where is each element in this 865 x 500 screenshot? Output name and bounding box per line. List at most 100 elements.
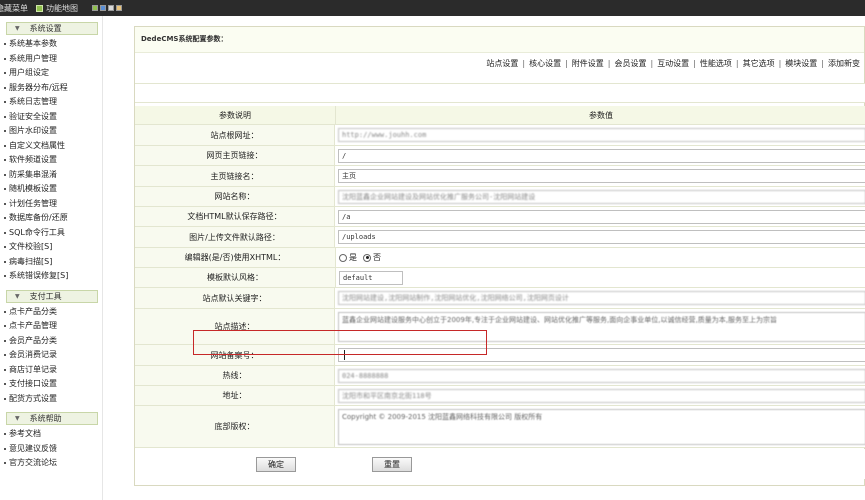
row-editor-xhtml: 编辑器(是/否)使用XHTML： 是 否 (135, 248, 865, 268)
html-path-input[interactable]: /a (338, 209, 865, 224)
confirm-button[interactable]: 确定 (256, 457, 296, 472)
icp-label: 网站备案号： (135, 345, 335, 365)
radio-on-icon (363, 253, 371, 262)
sidebar-group-help[interactable]: ▼ 系统帮助 (6, 412, 98, 425)
sidebar-item-member-category[interactable]: 会员产品分类 (0, 334, 102, 349)
tab-core[interactable]: 核心设置 (525, 58, 565, 69)
hide-menu-label: 隐藏菜单 (0, 3, 28, 13)
template-style-input[interactable]: default (339, 270, 403, 285)
home-name-label: 主页链接名： (135, 166, 335, 186)
sidebar-item-security[interactable]: 验证安全设置 (0, 110, 102, 125)
header-label: 参数说明 (135, 106, 336, 124)
skin-gray-swatch[interactable] (108, 5, 114, 11)
reset-button[interactable]: 重置 (372, 457, 412, 472)
config-tabs: 站点设置 | 核心设置 | 附件设置 | 会员设置 | 互动设置 | 性能选项 | 其它选项… (482, 55, 864, 71)
sidebar-item-user-groups[interactable]: 用户组设定 (0, 66, 102, 81)
group-title: 系统帮助 (29, 414, 62, 423)
sidebar-item-virus-scan[interactable]: 病毒扫描[S] (0, 255, 102, 270)
tab-attachment[interactable]: 附件设置 (568, 58, 608, 69)
row-site-name: 网站名称： 沈阳蓝鑫企业网站建设及网站优化推广服务公司-沈阳网站建设 (135, 187, 865, 207)
radio-off-icon (339, 253, 347, 262)
row-upload-path: 图片/上传文件默认路径： /uploads (135, 227, 865, 248)
row-keywords: 站点默认关键字： 沈阳网站建设,沈阳网站制作,沈阳网站优化,沈阳网络公司,沈阳网… (135, 288, 865, 309)
row-template-style: 模板默认风格： default (135, 268, 865, 288)
site-map-link[interactable]: 功能地图 (36, 3, 78, 14)
sidebar-item-system-log[interactable]: 系统日志管理 (0, 95, 102, 110)
sidebar-item-server-distribution[interactable]: 服务器分布/远程 (0, 81, 102, 96)
description-textarea[interactable]: 蓝鑫企业网站建设服务中心创立于2009年,专注于企业网站建设、网站优化推广等服务… (338, 311, 865, 342)
copyright-label: 底部版权： (135, 406, 335, 447)
sidebar-group-payment[interactable]: ▼ 支付工具 (6, 289, 98, 303)
xhtml-no-radio[interactable]: 否 (363, 252, 381, 263)
sidebar-item-card-products[interactable]: 点卡产品管理 (0, 319, 102, 334)
sidebar-item-watermark[interactable]: 图片水印设置 (0, 124, 102, 139)
sidebar-item-anti-scrape[interactable]: 防采集串混淆 (0, 168, 102, 183)
top-bar: 隐藏菜单 功能地图 (0, 0, 865, 16)
map-icon (36, 4, 43, 12)
row-home-link: 网页主页链接： / (135, 146, 865, 166)
sidebar-item-card-category[interactable]: 点卡产品分类 (0, 305, 102, 320)
home-name-input[interactable]: 主页 (338, 169, 865, 183)
config-panel: DedeCMS系统配置参数： 站点设置 | 核心设置 | 附件设置 | 会员设置 | 互… (134, 26, 865, 486)
tab-modules[interactable]: 模块设置 (781, 58, 821, 69)
template-style-label: 模板默认风格： (135, 268, 336, 287)
radio-label: 是 (349, 253, 357, 262)
sidebar-item-file-check[interactable]: 文件校验[S] (0, 240, 102, 255)
panel-title: DedeCMS系统配置参数： (135, 27, 864, 53)
xhtml-yes-radio[interactable]: 是 (339, 252, 357, 263)
site-name-input[interactable]: 沈阳蓝鑫企业网站建设及网站优化推广服务公司-沈阳网站建设 (338, 189, 865, 204)
sidebar-item-payment-interface[interactable]: 支付接口设置 (0, 377, 102, 392)
address-input[interactable]: 沈阳市和平区南京北街118号 (338, 388, 865, 403)
copyright-textarea[interactable]: Copyright © 2009-2015 沈阳蓝鑫网络科技有限公司 版权所有 (338, 408, 865, 445)
sidebar-group-system-settings[interactable]: ▼ 系统设置 (6, 22, 98, 35)
editor-xhtml-label: 编辑器(是/否)使用XHTML： (135, 248, 336, 267)
form-header-row: 参数说明 参数值 (135, 106, 865, 125)
tab-member[interactable]: 会员设置 (610, 58, 650, 69)
chevron-down-icon: ▼ (15, 292, 20, 300)
upload-path-input[interactable]: /uploads (338, 230, 865, 244)
sidebar-item-scheduled-tasks[interactable]: 计划任务管理 (0, 197, 102, 212)
sidebar-item-software-channel[interactable]: 软件频道设置 (0, 153, 102, 168)
tab-interaction[interactable]: 互动设置 (653, 58, 693, 69)
skin-switcher[interactable] (90, 5, 122, 11)
hotline-label: 热线： (135, 366, 335, 385)
skin-blue-swatch[interactable] (100, 5, 106, 11)
sidebar-item-feedback[interactable]: 意见建议反馈 (0, 442, 102, 457)
sidebar-item-sql-tool[interactable]: SQL命令行工具 (0, 226, 102, 241)
row-hotline: 热线： 024-8888888 (135, 366, 865, 386)
keywords-label: 站点默认关键字： (135, 288, 335, 308)
row-site-url: 站点根网址： http://www.jouhh.com (135, 125, 865, 146)
sidebar-item-member-consumption[interactable]: 会员消费记录 (0, 348, 102, 363)
main-content: DedeCMS系统配置参数： 站点设置 | 核心设置 | 附件设置 | 会员设置 | 互… (118, 16, 865, 500)
row-html-path: 文档HTML默认保存路径： /a (135, 207, 865, 227)
tab-add-variable[interactable]: 添加新变 (824, 58, 864, 69)
row-address: 地址： 沈阳市和平区南京北街118号 (135, 386, 865, 406)
home-link-input[interactable]: / (338, 148, 865, 163)
sidebar-item-shipping[interactable]: 配货方式设置 (0, 392, 102, 407)
site-url-input[interactable]: http://www.jouhh.com (338, 128, 865, 142)
spacer-row (135, 83, 865, 103)
home-link-label: 网页主页链接： (135, 146, 335, 165)
chevron-down-icon: ▼ (15, 25, 20, 32)
sidebar-item-random-template[interactable]: 随机模板设置 (0, 182, 102, 197)
row-home-name: 主页链接名： 主页 (135, 166, 865, 187)
hide-menu-link[interactable]: 隐藏菜单 (0, 3, 28, 14)
tab-site[interactable]: 站点设置 (482, 58, 522, 69)
icp-input[interactable] (338, 348, 865, 362)
tab-other[interactable]: 其它选项 (739, 58, 779, 69)
sidebar-item-basic-params[interactable]: 系统基本参数 (0, 37, 102, 52)
sidebar-item-forum[interactable]: 官方交流论坛 (0, 456, 102, 471)
sidebar-item-store-orders[interactable]: 商店订单记录 (0, 363, 102, 378)
sidebar-item-docs[interactable]: 参考文档 (0, 427, 102, 442)
skin-orange-swatch[interactable] (116, 5, 122, 11)
hotline-input[interactable]: 024-8888888 (338, 368, 865, 383)
keywords-input[interactable]: 沈阳网站建设,沈阳网站制作,沈阳网站优化,沈阳网络公司,沈阳网页设计 (338, 291, 865, 305)
group-title: 系统设置 (29, 24, 62, 33)
sidebar-item-error-repair[interactable]: 系统错误修复[S] (0, 269, 102, 284)
sidebar-item-db-backup[interactable]: 数据库备份/还原 (0, 211, 102, 226)
tab-performance[interactable]: 性能选项 (696, 58, 736, 69)
sidebar-item-user-management[interactable]: 系统用户管理 (0, 52, 102, 67)
sidebar-item-custom-attributes[interactable]: 自定义文档属性 (0, 139, 102, 154)
skin-green-swatch[interactable] (92, 5, 98, 11)
header-value: 参数值 (336, 106, 865, 124)
